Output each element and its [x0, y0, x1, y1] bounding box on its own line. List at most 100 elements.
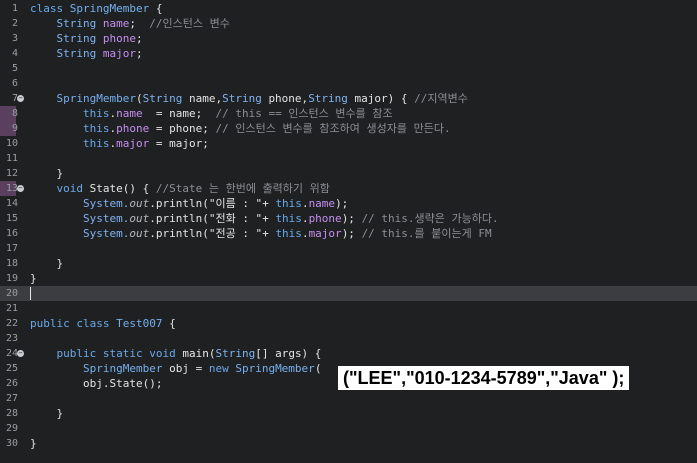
code-token: new [208, 362, 236, 375]
code-token: phone [116, 122, 150, 135]
code-token: this [275, 227, 302, 240]
code-token: obj.State(); [30, 377, 163, 390]
code-token: major) { [354, 92, 415, 105]
line-number: 15 [5, 213, 18, 224]
code-line[interactable]: 17 [0, 241, 697, 256]
code-token: major [116, 137, 150, 150]
code-token: // this.생략은 가능하다. [361, 212, 499, 225]
code-token: name, [188, 92, 223, 105]
code-token: // 인스턴스 변수를 참조하여 생성자를 만든다. [215, 122, 451, 135]
line-code: } [30, 436, 37, 451]
code-line[interactable]: 1 class SpringMember { [0, 1, 697, 16]
code-token: "이름 : " [208, 197, 263, 210]
line-number: 3 [11, 33, 18, 44]
fold-toggle-icon[interactable]: − [17, 350, 24, 357]
code-line[interactable]: 20 [0, 286, 697, 301]
code-line[interactable]: 13− void State() { //State 는 한번에 출력하기 위함 [0, 181, 697, 196]
code-token: = name; [149, 107, 216, 120]
line-code: public static void main(String[] args) { [30, 346, 321, 361]
line-number: 8 [11, 108, 18, 119]
code-line[interactable]: 8 this.name = name; // this == 인스턴스 변수를 … [0, 106, 697, 121]
code-token: SpringMember [69, 2, 156, 15]
code-line[interactable]: 4 String major; [0, 46, 697, 61]
line-number: 13 [5, 183, 18, 194]
code-token: SpringMember [235, 362, 315, 375]
code-line[interactable]: 5 [0, 61, 697, 76]
line-number: 11 [5, 153, 18, 164]
line-code: System.out.println("이름 : "+ this.name); [30, 196, 348, 211]
line-number: 12 [5, 168, 18, 179]
code-line[interactable]: 24− public static void main(String[] arg… [0, 346, 697, 361]
code-token: public static void [30, 347, 183, 360]
code-token: .println( [149, 212, 209, 225]
line-number: 10 [5, 138, 18, 149]
code-line[interactable]: 10 this.major = major; [0, 136, 697, 151]
line-number: 20 [5, 288, 18, 299]
code-line[interactable]: 22 public class Test007 { [0, 316, 697, 331]
code-token: this [30, 122, 110, 135]
code-token: obj = [169, 362, 209, 375]
code-line[interactable]: 3 String phone; [0, 31, 697, 46]
line-number: 9 [11, 123, 18, 134]
code-line[interactable]: 6 [0, 76, 697, 91]
code-line[interactable]: 19} [0, 271, 697, 286]
line-code: SpringMember(String name,String phone,St… [30, 91, 468, 106]
code-line[interactable]: 11 [0, 151, 697, 166]
code-token: System. [30, 227, 130, 240]
code-line[interactable]: 23 [0, 331, 697, 346]
line-number: 7 [11, 93, 18, 104]
code-token: this [275, 212, 302, 225]
code-token: SpringMember [30, 92, 136, 105]
code-token: + [262, 212, 276, 225]
code-line[interactable]: 2 String name; //인스턴스 변수 [0, 16, 697, 31]
code-line[interactable]: 7− SpringMember(String name,String phone… [0, 91, 697, 106]
line-number: 5 [11, 63, 18, 74]
code-line[interactable]: 12 } [0, 166, 697, 181]
code-token: } [30, 257, 64, 270]
code-line[interactable]: 14 System.out.println("이름 : "+ this.name… [0, 196, 697, 211]
line-number: 22 [5, 318, 18, 329]
code-token: ( [314, 362, 322, 375]
code-token: String [222, 92, 269, 105]
line-code: System.out.println("전공 : "+ this.major);… [30, 226, 492, 241]
code-token: Test007 [116, 317, 170, 330]
code-token: .println( [149, 227, 209, 240]
line-number: 28 [5, 408, 18, 419]
code-line[interactable]: 29 [0, 421, 697, 436]
code-line[interactable]: 27 [0, 391, 697, 406]
code-token: "전공 : " [208, 227, 263, 240]
code-token: System. [30, 197, 130, 210]
fold-toggle-icon[interactable]: − [17, 185, 24, 192]
code-token: = major; [149, 137, 209, 150]
line-number: 18 [5, 258, 18, 269]
code-line[interactable]: 16 System.out.println("전공 : "+ this.majo… [0, 226, 697, 241]
code-line[interactable]: 30} [0, 436, 697, 451]
code-token: SpringMember [30, 362, 170, 375]
code-token: . [301, 197, 309, 210]
code-token: ( [135, 92, 143, 105]
code-token: //지역변수 [414, 92, 468, 105]
code-line[interactable]: 18 } [0, 256, 697, 271]
fold-toggle-icon[interactable]: − [17, 95, 24, 102]
code-line[interactable]: 9 this.phone = phone; // 인스턴스 변수를 참조하여 생… [0, 121, 697, 136]
line-number: 6 [11, 78, 18, 89]
line-number: 1 [11, 3, 18, 14]
code-line[interactable]: 21 [0, 301, 697, 316]
code-token: = phone; [149, 122, 216, 135]
line-number: 2 [11, 18, 18, 29]
code-token: out [129, 227, 150, 240]
line-number: 25 [5, 363, 18, 374]
code-token: out [129, 197, 150, 210]
code-token: phone, [268, 92, 309, 105]
code-line[interactable]: 15 System.out.println("전화 : "+ this.phon… [0, 211, 697, 226]
code-line[interactable]: 28 } [0, 406, 697, 421]
code-token: public class [30, 317, 117, 330]
line-number: 24 [5, 348, 18, 359]
line-number: 21 [5, 303, 18, 314]
code-editor[interactable]: 1 class SpringMember {2 String name; //인스… [0, 0, 697, 463]
line-code: String name; //인스턴스 변수 [30, 16, 229, 31]
code-token: .println( [149, 197, 209, 210]
line-code: } [30, 256, 63, 271]
line-number: 4 [11, 48, 18, 59]
code-token: name [308, 197, 336, 210]
